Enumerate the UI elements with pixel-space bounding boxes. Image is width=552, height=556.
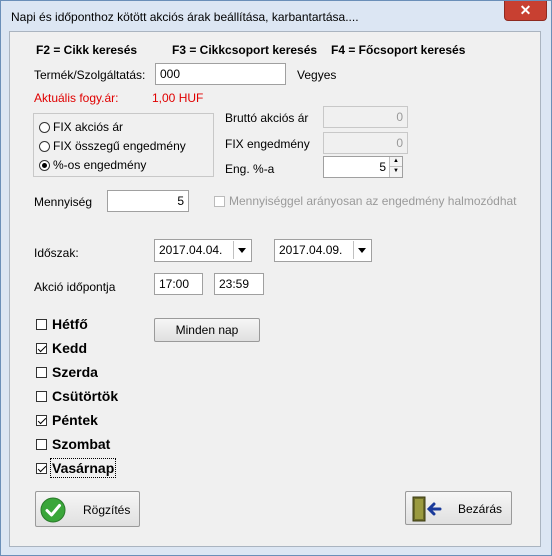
period-label: Időszak: xyxy=(34,246,79,260)
day-saturday-box[interactable] xyxy=(36,438,47,450)
close-button-label: Bezárás xyxy=(458,502,503,516)
day-checkbox-friday[interactable]: Péntek xyxy=(36,412,98,428)
day-checkbox-thursday[interactable]: Csütörtök xyxy=(36,388,118,404)
day-thursday-label: Csütörtök xyxy=(52,388,119,404)
radio-fix-price-label: FIX akciós ár xyxy=(53,120,124,134)
day-checkbox-sunday[interactable]: Vasárnap xyxy=(36,458,117,478)
percent-spin[interactable]: ▲ ▼ xyxy=(389,157,402,177)
day-checkbox-tuesday[interactable]: Kedd xyxy=(36,340,87,356)
check-icon xyxy=(40,497,66,523)
day-wednesday-box[interactable] xyxy=(36,366,47,378)
percent-stepper[interactable]: 5 ▲ ▼ xyxy=(323,156,403,178)
save-button[interactable]: Rögzítés xyxy=(35,491,140,527)
hotkey-f2-label: F2 = Cikk keresés xyxy=(36,43,138,57)
current-price-value: 1,00 HUF xyxy=(152,91,204,105)
day-friday-box[interactable] xyxy=(36,414,47,426)
product-name: Vegyes xyxy=(297,68,337,82)
spin-up-icon[interactable]: ▲ xyxy=(390,157,402,167)
fix-discount-input[interactable]: 0 xyxy=(323,132,408,154)
radio-fix-price-circle[interactable] xyxy=(39,121,50,133)
window-title: Napi és időponthoz kötött akciós árak be… xyxy=(11,10,359,24)
gross-price-label: Bruttó akciós ár xyxy=(225,111,309,125)
gross-price-input[interactable]: 0 xyxy=(323,106,408,128)
day-monday-label: Hétfő xyxy=(52,316,88,332)
radio-percent[interactable]: %-os engedmény xyxy=(39,158,146,172)
chevron-down-icon[interactable] xyxy=(233,241,250,259)
time-from-input[interactable]: 17:00 xyxy=(154,273,203,295)
exit-door-icon xyxy=(412,496,442,522)
proportional-checkbox[interactable]: Mennyiséggel arányosan az engedmény halm… xyxy=(214,194,517,208)
day-tuesday-label: Kedd xyxy=(52,340,87,356)
fix-discount-label: FIX engedmény xyxy=(225,137,310,151)
product-code-input[interactable]: 000 xyxy=(155,63,286,85)
save-button-label: Rögzítés xyxy=(83,503,131,517)
percent-value: 5 xyxy=(379,160,386,174)
title-bar: Napi és időponthoz kötött akciós árak be… xyxy=(1,1,551,31)
proportional-checkbox-box[interactable] xyxy=(214,195,225,207)
radio-fix-price[interactable]: FIX akciós ár xyxy=(39,120,123,134)
every-day-button[interactable]: Minden nap xyxy=(154,318,260,342)
day-tuesday-box[interactable] xyxy=(36,342,47,354)
radio-fix-amount[interactable]: FIX összegű engedmény xyxy=(39,139,186,153)
client-area: F2 = Cikk keresés F3 = Cikkcsoport keres… xyxy=(9,31,541,547)
current-price-label: Aktuális fogy.ár: xyxy=(34,91,119,105)
radio-fix-amount-circle[interactable] xyxy=(39,140,50,152)
quantity-input[interactable]: 5 xyxy=(107,190,189,212)
day-sunday-box[interactable] xyxy=(36,462,47,474)
close-window-button[interactable]: ✕ xyxy=(504,1,547,21)
close-button[interactable]: Bezárás xyxy=(405,491,512,525)
chevron-down-icon[interactable] xyxy=(353,241,370,259)
day-checkbox-monday[interactable]: Hétfő xyxy=(36,316,88,332)
spin-down-icon[interactable]: ▼ xyxy=(390,167,402,176)
period-from-value: 2017.04.04. xyxy=(159,243,223,257)
day-checkbox-saturday[interactable]: Szombat xyxy=(36,436,110,452)
product-label: Termék/Szolgáltatás: xyxy=(34,68,146,82)
percent-label: Eng. %-a xyxy=(225,162,275,176)
period-from-dropdown[interactable]: 2017.04.04. xyxy=(154,239,252,262)
day-sunday-label: Vasárnap xyxy=(49,458,117,478)
radio-percent-label: %-os engedmény xyxy=(53,158,147,172)
day-saturday-label: Szombat xyxy=(52,436,111,452)
day-monday-box[interactable] xyxy=(36,318,47,330)
day-wednesday-label: Szerda xyxy=(52,364,98,380)
hotkey-f3-label: F3 = Cikkcsoport keresés xyxy=(172,43,318,57)
proportional-checkbox-label: Mennyiséggel arányosan az engedmény halm… xyxy=(229,194,517,208)
day-friday-label: Péntek xyxy=(52,412,98,428)
quantity-label: Mennyiség xyxy=(34,195,93,209)
radio-fix-amount-label: FIX összegű engedmény xyxy=(53,139,186,153)
hotkey-f4-label: F4 = Főcsoport keresés xyxy=(331,43,466,57)
radio-percent-circle[interactable] xyxy=(39,159,50,171)
discount-type-group: FIX akciós ár FIX összegű engedmény %-os… xyxy=(33,113,214,177)
time-to-input[interactable]: 23:59 xyxy=(214,273,264,295)
period-to-value: 2017.04.09. xyxy=(279,243,343,257)
time-label: Akció időpontja xyxy=(34,280,116,294)
day-thursday-box[interactable] xyxy=(36,390,47,402)
dialog-window: Napi és időponthoz kötött akciós árak be… xyxy=(0,0,552,556)
day-checkbox-wednesday[interactable]: Szerda xyxy=(36,364,98,380)
period-to-dropdown[interactable]: 2017.04.09. xyxy=(274,239,372,262)
